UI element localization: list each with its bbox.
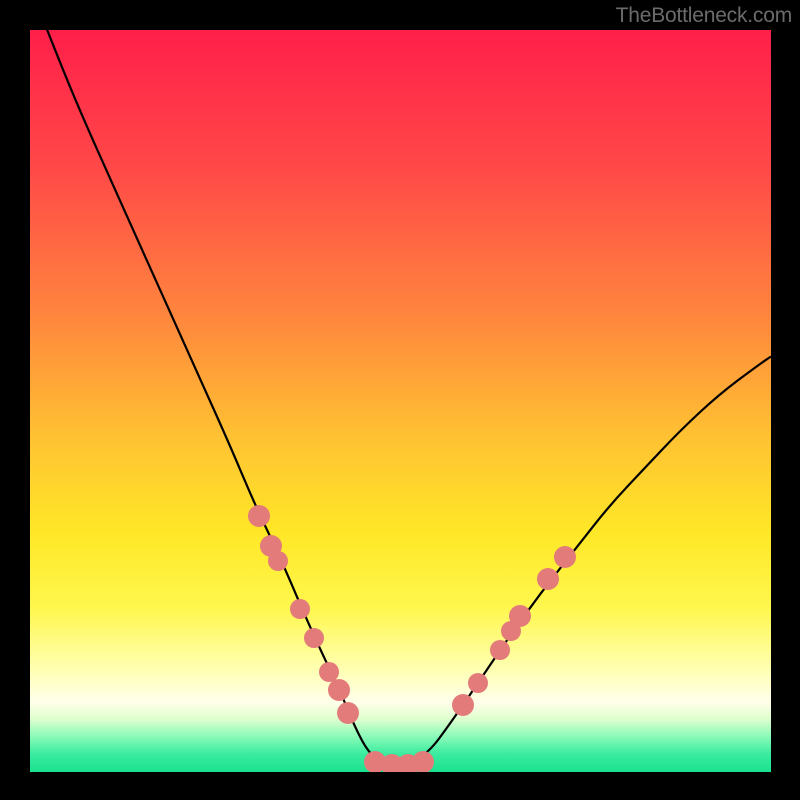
highlight-point — [268, 551, 288, 571]
bottleneck-curve — [30, 30, 771, 765]
highlight-point — [412, 751, 434, 772]
highlight-point — [337, 702, 359, 724]
watermark-text: TheBottleneck.com — [616, 4, 792, 28]
highlight-point — [248, 505, 270, 527]
plot-area — [30, 30, 771, 772]
highlight-point — [554, 546, 576, 568]
highlight-point — [537, 568, 559, 590]
highlight-point — [452, 694, 474, 716]
highlight-point — [328, 679, 350, 701]
highlight-point — [468, 673, 488, 693]
highlight-point — [509, 605, 531, 627]
highlight-point — [304, 628, 324, 648]
chart-frame: TheBottleneck.com — [0, 0, 800, 800]
highlight-point — [290, 599, 310, 619]
curve-layer — [30, 30, 771, 772]
highlight-point — [490, 640, 510, 660]
